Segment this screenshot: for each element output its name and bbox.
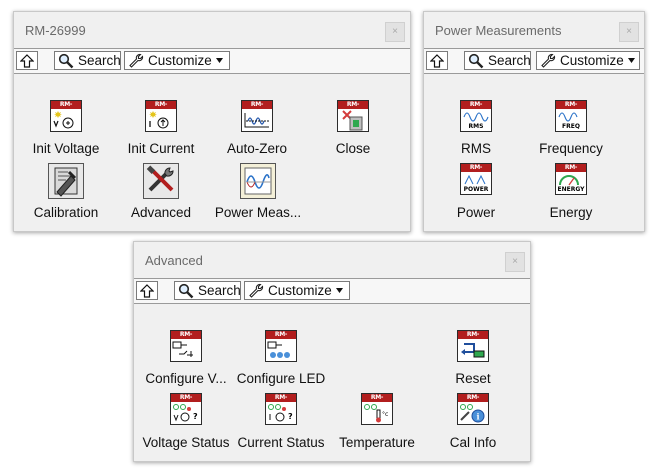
wrench-icon: [541, 53, 556, 68]
customize-button[interactable]: Customize: [244, 281, 350, 300]
temperature-icon: RM-26999 °c: [361, 393, 393, 425]
palette-item-label: Cal Info: [449, 435, 497, 450]
search-button[interactable]: Search: [174, 281, 241, 300]
advanced-folder-icon[interactable]: [143, 163, 179, 199]
palette-item-label: RMS: [461, 141, 491, 156]
palette-title: Power Measurements: [435, 23, 562, 38]
palette-item-label: Temperature: [339, 435, 415, 450]
wrench-icon: [249, 283, 264, 298]
palette-item-label: Init Current: [127, 141, 195, 156]
palette-item-label: Calibration: [33, 205, 99, 220]
palette-toolbar: Search Customize: [134, 278, 530, 304]
search-icon: [58, 53, 74, 68]
palette-title-bar[interactable]: Power Measurements ×: [424, 12, 644, 48]
energy-icon-text: ENERGY: [557, 186, 585, 193]
palette-item-label: Init Voltage: [32, 141, 100, 156]
palette-item-label: Configure LED: [236, 371, 326, 386]
customize-label: Customize: [560, 53, 624, 68]
search-button[interactable]: Search: [54, 51, 121, 70]
search-button[interactable]: Search: [464, 51, 531, 70]
configure-voltage-icon: RM-26999: [170, 330, 202, 362]
palette-item-label: Power: [456, 205, 496, 220]
search-icon: [178, 283, 194, 298]
palette-title: RM-26999: [25, 23, 86, 38]
customize-label: Customize: [268, 283, 332, 298]
svg-text:?: ?: [193, 412, 198, 421]
search-icon: [468, 53, 484, 68]
power-icon-text: POWER: [463, 186, 489, 193]
init-voltage-icon: RM-26999: [50, 100, 82, 132]
wrench-icon: [129, 53, 144, 68]
search-label: Search: [198, 283, 241, 298]
energy-icon: RM-26999 ENERGY: [555, 163, 587, 195]
power-icon: RM-26999 POWER: [460, 163, 492, 195]
close-session-icon: RM-26999: [337, 100, 369, 132]
voltage-status-icon: RM-26999 ?: [170, 393, 202, 425]
svg-text:?: ?: [288, 412, 293, 421]
up-level-button[interactable]: [136, 281, 158, 300]
customize-button[interactable]: Customize: [124, 51, 230, 70]
palette-item-label: Current Status: [237, 435, 325, 450]
configure-led-icon: RM-26999: [265, 330, 297, 362]
palette-item-label: Auto-Zero: [226, 141, 288, 156]
up-level-button[interactable]: [16, 51, 38, 70]
init-current-icon: RM-26999: [145, 100, 177, 132]
svg-text:i: i: [477, 412, 480, 422]
palette-title-bar[interactable]: RM-26999 ×: [14, 12, 410, 48]
dropdown-arrow-icon: [627, 58, 635, 63]
rms-icon-text: RMS: [468, 123, 484, 130]
rm-26999-palette: RM-26999 × Search Customize RM-26999 Ini…: [13, 11, 411, 232]
cal-info-icon: RM-26999 i: [457, 393, 489, 425]
palette-toolbar: Search Customize: [424, 48, 644, 74]
close-palette-button[interactable]: ×: [505, 252, 525, 272]
palette-item-label: Power Meas...: [214, 205, 302, 220]
frequency-icon-text: FREQ: [562, 123, 580, 130]
power-measurements-palette: Power Measurements × Search Customize RM…: [423, 11, 645, 232]
palette-title: Advanced: [145, 253, 203, 268]
customize-button[interactable]: Customize: [536, 51, 640, 70]
palette-item-label: Energy: [549, 205, 593, 220]
current-status-icon: RM-26999 ?: [265, 393, 297, 425]
search-label: Search: [78, 53, 121, 68]
reset-icon: RM-26999: [457, 330, 489, 362]
up-level-button[interactable]: [426, 51, 448, 70]
palette-item-label: Close: [335, 141, 371, 156]
up-arrow-icon: [20, 53, 34, 68]
power-measurements-folder-icon[interactable]: [240, 163, 276, 199]
up-arrow-icon: [140, 283, 154, 298]
search-label: Search: [488, 53, 531, 68]
palette-item-label: Advanced: [130, 205, 192, 220]
frequency-icon: RM-26999 FREQ: [555, 100, 587, 132]
customize-label: Customize: [148, 53, 212, 68]
advanced-palette: Advanced × Search Customize RM-26999 Con…: [133, 241, 531, 462]
rms-icon: RM-26999 RMS: [460, 100, 492, 132]
dropdown-arrow-icon: [215, 58, 223, 63]
calibration-folder-icon[interactable]: [48, 163, 84, 199]
palette-item-label: Reset: [455, 371, 491, 386]
close-palette-button[interactable]: ×: [385, 22, 405, 42]
palette-toolbar: Search Customize: [14, 48, 410, 74]
auto-zero-icon: RM-26999: [241, 100, 273, 132]
palette-item-label: Voltage Status: [142, 435, 230, 450]
close-palette-button[interactable]: ×: [619, 22, 639, 42]
dropdown-arrow-icon: [335, 288, 343, 293]
palette-item-label: Frequency: [539, 141, 603, 156]
svg-text:°c: °c: [382, 411, 388, 418]
up-arrow-icon: [430, 53, 444, 68]
palette-title-bar[interactable]: Advanced ×: [134, 242, 530, 278]
palette-item-label: Configure V...: [145, 371, 227, 386]
